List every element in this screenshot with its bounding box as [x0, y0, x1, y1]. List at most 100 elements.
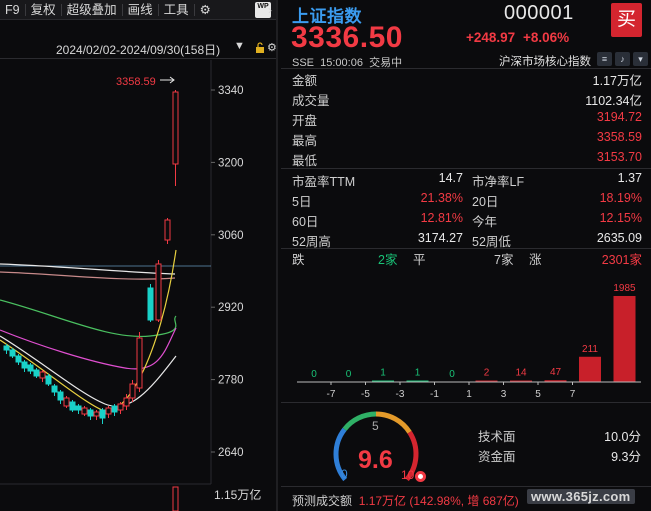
last-price: 3336.50 — [291, 21, 403, 54]
flat-count: 7家 — [494, 253, 514, 267]
candle-body — [27, 364, 34, 372]
metric-value: 14.7 — [438, 171, 463, 185]
candle-body — [123, 397, 130, 407]
volume-label: 1.15万亿 — [214, 487, 261, 502]
candle-body — [87, 409, 94, 417]
stat-row-amount: 金额 1.17万亿 — [292, 70, 642, 88]
candle-body — [3, 345, 10, 351]
candles — [3, 90, 179, 424]
candle-body — [93, 411, 100, 417]
date-range[interactable]: 2024/02/02-2024/09/30(158日) — [56, 41, 220, 58]
draw-line-button[interactable]: 画线 — [123, 0, 158, 20]
score-row-capital: 资金面 9.3分 — [478, 446, 641, 464]
histogram-bin-label: -5 — [361, 389, 370, 400]
panel-splitter[interactable] — [276, 0, 278, 511]
metric-value: 2635.09 — [596, 231, 642, 245]
bell-icon[interactable]: ♪ — [615, 52, 630, 66]
y-tick-label: 2640 — [218, 447, 244, 459]
menu-icon[interactable]: ≡ — [597, 52, 612, 66]
fall-count: 2家 — [378, 253, 398, 267]
chevron-down-icon[interactable]: ▼ — [234, 40, 245, 52]
histogram-count: 2 — [484, 368, 490, 379]
download-icon[interactable]: ▾ — [633, 52, 648, 66]
stat-value: 3194.72 — [596, 110, 642, 124]
metric-value: 3174.27 — [417, 231, 463, 245]
candle-body — [9, 349, 16, 357]
candle-body — [172, 91, 179, 165]
gauge-min: 0 — [341, 467, 348, 481]
stat-row-volume: 成交量 1102.34亿 — [292, 90, 642, 108]
stat-label: 最低 — [292, 154, 318, 168]
breadth-histogram: 0 0 1 1 0 2 14 472111985-7 -5 -3 -1 1 3 5 7 — [297, 283, 641, 400]
histogram-count: 14 — [515, 368, 527, 379]
metric-value: 12.81% — [420, 211, 463, 225]
candle-body — [15, 355, 22, 363]
moving-averages — [0, 249, 177, 412]
index-code: 000001 — [504, 2, 574, 24]
stat-label: 金额 — [292, 74, 318, 88]
stat-label: 最高 — [292, 134, 318, 148]
gauge-max: 10 — [401, 468, 415, 482]
score-label: 技术面 — [478, 430, 516, 444]
divider — [281, 168, 651, 169]
forecast-label: 预测成交额 — [292, 494, 353, 508]
histogram-bin-label: 1 — [466, 389, 472, 400]
lock-icon[interactable] — [255, 42, 265, 53]
stat-label: 开盘 — [292, 114, 318, 128]
candle-body — [155, 263, 162, 321]
metric-value: 18.19% — [599, 191, 642, 205]
gear-icon[interactable]: ⚙ — [195, 0, 215, 20]
histogram-count: 0 — [311, 369, 317, 380]
metric-row-mid: 60日 12.81% 今年 12.15% — [292, 211, 642, 229]
histogram-bin-label: -7 — [327, 389, 336, 400]
candle-body — [75, 405, 82, 411]
kline-chart[interactable]: 3340 3200 3060 2920 2780 2640 3358.59 1.15万亿 — [0, 60, 276, 511]
quote-panel: 上证指数 000001 买 3336.50 +248.97 +8.06% SSE… — [281, 0, 651, 511]
score-value: 10.0分 — [604, 430, 641, 444]
stat-label: 成交量 — [292, 94, 330, 108]
rise-label: 涨 — [529, 253, 542, 267]
change-amount: +248.97 — [466, 30, 516, 45]
overlay-button[interactable]: 超级叠加 — [62, 0, 122, 20]
y-tick-label: 3060 — [218, 230, 244, 242]
stat-value: 1.17万亿 — [592, 74, 642, 88]
chart-grid — [0, 60, 212, 484]
candle-body — [117, 403, 124, 411]
tools-button[interactable]: 工具 — [159, 0, 194, 20]
stat-value: 3153.70 — [596, 150, 642, 164]
candle-body — [147, 287, 154, 321]
board-name[interactable]: 沪深市场核心指数 — [499, 53, 591, 69]
buy-button[interactable]: 买 — [611, 3, 642, 37]
stat-row-open: 开盘 3194.72 — [292, 110, 642, 128]
f9-button[interactable]: F9 — [0, 0, 25, 20]
metric-label: 市净率LF — [472, 175, 525, 189]
candle-body — [45, 375, 52, 385]
fall-label: 跌 — [292, 253, 305, 267]
metric-label: 今年 — [472, 215, 498, 229]
ma-line — [0, 335, 177, 407]
y-tick-label: 3340 — [218, 85, 244, 97]
candle-body — [39, 371, 46, 379]
candle-body — [63, 397, 70, 407]
histogram-bin-label: 5 — [535, 389, 541, 400]
divider — [0, 58, 278, 59]
histogram-count: 211 — [582, 344, 598, 355]
metric-label: 5日 — [292, 195, 312, 209]
stat-row-low: 最低 3153.70 — [292, 150, 642, 168]
candle-body — [51, 385, 58, 393]
histogram-count: 0 — [449, 369, 455, 380]
candle-body — [21, 361, 28, 369]
histogram-bin-label: -3 — [396, 389, 405, 400]
metric-value: 21.38% — [420, 191, 463, 205]
candle-body — [57, 391, 64, 401]
divider — [281, 402, 651, 403]
stat-row-high: 最高 3358.59 — [292, 130, 642, 148]
histogram-count: 1 — [380, 368, 386, 379]
metric-row-short: 5日 21.38% 20日 18.19% — [292, 191, 642, 209]
y-tick-label: 2920 — [218, 302, 244, 314]
metric-value: 1.37 — [617, 171, 642, 185]
metric-label: 市盈率TTM — [292, 175, 356, 189]
restore-rights-button[interactable]: 复权 — [26, 0, 61, 20]
change-percent: +8.06% — [522, 30, 570, 45]
y-tick-label: 2780 — [218, 375, 244, 387]
